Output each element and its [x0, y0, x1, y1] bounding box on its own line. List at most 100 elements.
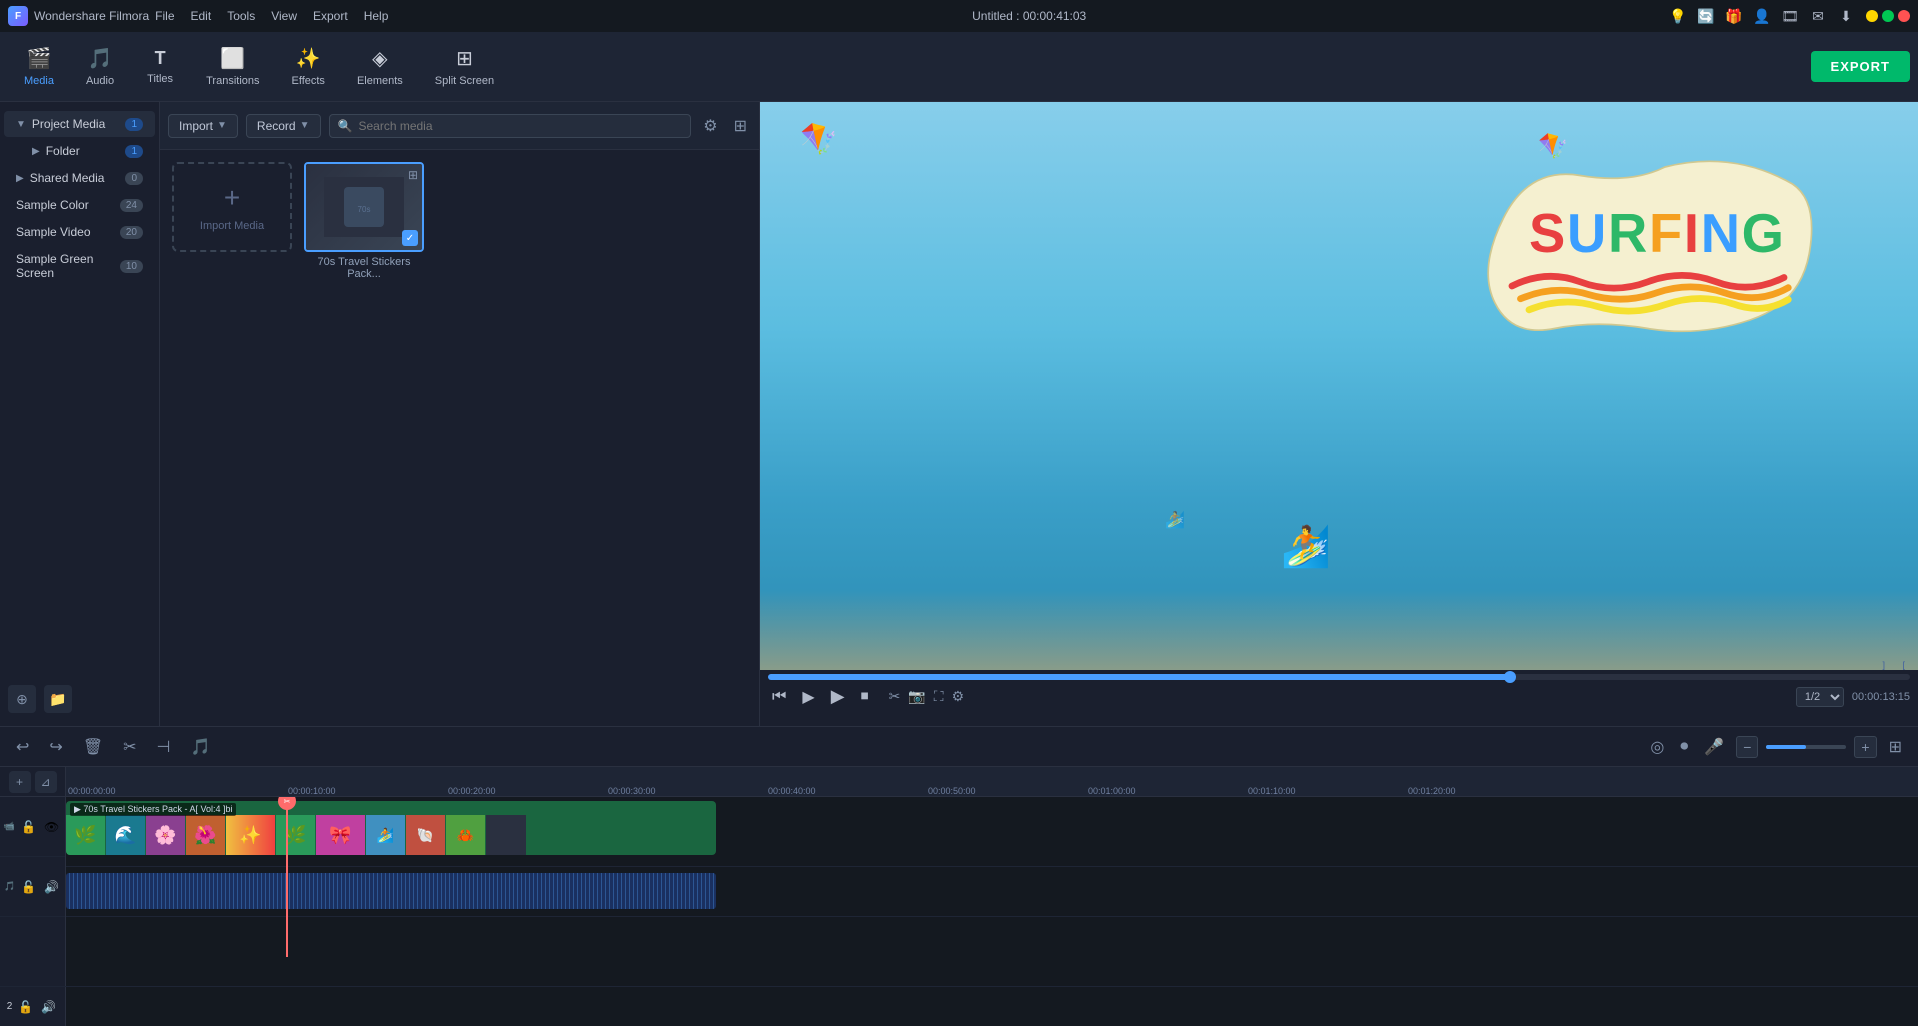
resolution-select[interactable]: 1/2 1/4 Full: [1796, 687, 1844, 707]
track-lock-button[interactable]: 🔓: [19, 818, 38, 836]
voiceover-button[interactable]: 🎤: [1700, 733, 1728, 761]
screenshot-button[interactable]: 📷: [908, 688, 925, 705]
media-item-sticker-pack[interactable]: 70s ⊞ ✓ 70s Travel Stickers Pack...: [304, 162, 424, 280]
import-media-button[interactable]: + Import Media: [172, 162, 292, 252]
record-dropdown[interactable]: Record ▼: [246, 114, 321, 138]
sticker-1: 🌿: [66, 815, 106, 855]
sidebar-item-project-media[interactable]: ▼ Project Media 1: [4, 111, 155, 137]
add-track-button[interactable]: +: [9, 771, 31, 793]
bottom-lock-button[interactable]: 🔓: [16, 998, 35, 1016]
ruler-mark-60: 00:01:00:00: [1086, 786, 1246, 796]
bottom-mute-button[interactable]: 🔊: [39, 998, 58, 1016]
add-marker-button[interactable]: ◎: [1646, 733, 1668, 761]
toolbar-audio[interactable]: 🎵 Audio: [70, 40, 130, 93]
grid-view-icon[interactable]: ⊞: [730, 112, 751, 140]
cut-button[interactable]: ✂: [119, 733, 140, 761]
fullscreen-button[interactable]: ⛶: [934, 688, 944, 705]
toolbar-media[interactable]: 🎬 Media: [8, 40, 70, 93]
sidebar-item-shared-media[interactable]: ▶ Shared Media 0: [4, 165, 155, 191]
lightbulb-icon[interactable]: 💡: [1670, 8, 1686, 24]
zoom-slider[interactable]: [1766, 745, 1846, 749]
play-button[interactable]: ▶: [827, 684, 849, 709]
search-input[interactable]: [358, 119, 682, 133]
menu-file[interactable]: File: [155, 9, 174, 23]
sample-green-label: Sample Green Screen: [16, 252, 120, 280]
sample-green-count: 10: [120, 260, 143, 273]
media-thumbnail: 70s ⊞ ✓: [304, 162, 424, 252]
user-icon[interactable]: 👤: [1754, 8, 1770, 24]
film-icon[interactable]: 🎞: [1782, 8, 1798, 24]
stop-button[interactable]: ⏹: [857, 686, 873, 708]
playhead[interactable]: ✂: [286, 797, 288, 957]
scene-cut-button[interactable]: ✂: [889, 688, 901, 705]
audio-detach-button[interactable]: 🎵: [186, 733, 214, 761]
sync-icon[interactable]: 🔄: [1698, 8, 1714, 24]
mail-icon[interactable]: ✉: [1810, 8, 1826, 24]
menu-view[interactable]: View: [271, 9, 297, 23]
clip-name-badge: ▶ 70s Travel Stickers Pack - A[ Vol:4 ]b…: [70, 803, 236, 816]
preview-panel: 🪁 🪁 SURFING: [760, 102, 1918, 726]
search-box[interactable]: 🔍: [329, 114, 692, 138]
toolbar-transitions[interactable]: ⬜ Transitions: [190, 40, 275, 93]
toolbar-elements[interactable]: ◈ Elements: [341, 40, 419, 93]
preview-video: 🪁 🪁 SURFING: [760, 102, 1918, 670]
zoom-in-button[interactable]: +: [1854, 736, 1876, 758]
sticker-6: 🌿: [276, 815, 316, 855]
toolbar-titles[interactable]: T Titles: [130, 42, 190, 91]
audio-waveform: [66, 873, 716, 909]
maximize-button[interactable]: [1882, 10, 1894, 22]
fit-timeline-button[interactable]: ⊞: [1885, 733, 1906, 761]
search-icon: 🔍: [338, 119, 353, 133]
kite-left-icon: 🪁: [800, 122, 837, 157]
sidebar-item-sample-color[interactable]: Sample Color 24: [4, 192, 155, 218]
settings-button[interactable]: ⚙: [952, 688, 965, 705]
sticker-2: 🌊: [106, 815, 146, 855]
split-screen-label: Split Screen: [435, 75, 494, 87]
ruler-mark-20: 00:00:20:00: [446, 786, 606, 796]
audio-lock-button[interactable]: 🔓: [19, 878, 38, 896]
split-screen-icon: ⊞: [456, 46, 473, 71]
video-clip[interactable]: ▶ 70s Travel Stickers Pack - A[ Vol:4 ]b…: [66, 801, 716, 855]
gift-icon[interactable]: 🎁: [1726, 8, 1742, 24]
toolbar-split-screen[interactable]: ⊞ Split Screen: [419, 40, 510, 93]
audio-mute-button[interactable]: 🔊: [42, 878, 61, 896]
trim-button[interactable]: ⊣: [153, 733, 175, 761]
timeline-right-controls: ◎ ⏺ 🎤 − + ⊞: [1646, 733, 1906, 761]
redo-button[interactable]: ↪: [45, 733, 66, 761]
new-project-button[interactable]: ⊕: [8, 685, 36, 713]
close-button[interactable]: [1898, 10, 1910, 22]
snap-button[interactable]: ⊿: [35, 771, 57, 793]
menu-edit[interactable]: Edit: [191, 9, 212, 23]
import-dropdown[interactable]: Import ▼: [168, 114, 238, 138]
undo-button[interactable]: ↩: [12, 733, 33, 761]
zoom-out-button[interactable]: −: [1736, 736, 1758, 758]
selected-check: ✓: [402, 230, 418, 246]
toolbar-effects[interactable]: ✨ Effects: [276, 40, 341, 93]
title-bar-left: F Wondershare Filmora File Edit Tools Vi…: [8, 6, 388, 26]
menu-export[interactable]: Export: [313, 9, 348, 23]
sticker-3: 🌸: [146, 815, 186, 855]
delete-button[interactable]: 🗑: [79, 733, 107, 761]
sticker-4: 🌺: [186, 815, 226, 855]
record-tl-button[interactable]: ⏺: [1676, 734, 1692, 760]
sidebar-item-folder[interactable]: ▶ Folder 1: [4, 138, 155, 164]
menu-help[interactable]: Help: [364, 9, 389, 23]
filter-icon[interactable]: ⚙: [699, 112, 721, 140]
skip-back-button[interactable]: ⏮: [768, 686, 790, 708]
export-button[interactable]: EXPORT: [1811, 51, 1910, 82]
media-label: Media: [24, 75, 54, 87]
download-icon[interactable]: ⬇: [1838, 8, 1854, 24]
minimize-button[interactable]: [1866, 10, 1878, 22]
track-eye-button[interactable]: 👁: [42, 818, 61, 836]
play-pause-button[interactable]: ▶: [798, 685, 818, 709]
sidebar-item-sample-green[interactable]: Sample Green Screen 10: [4, 246, 155, 286]
main-toolbar: 🎬 Media 🎵 Audio T Titles ⬜ Transitions ✨…: [0, 32, 1918, 102]
audio-clip[interactable]: [66, 873, 716, 909]
progress-thumb[interactable]: [1504, 671, 1516, 683]
sidebar-item-sample-video[interactable]: Sample Video 20: [4, 219, 155, 245]
menu-tools[interactable]: Tools: [227, 9, 255, 23]
progress-fill: [768, 674, 1510, 680]
sticker-10: 🦀: [446, 815, 486, 855]
progress-bar[interactable]: [ ]: [768, 674, 1910, 680]
new-folder-button[interactable]: 📁: [44, 685, 72, 713]
